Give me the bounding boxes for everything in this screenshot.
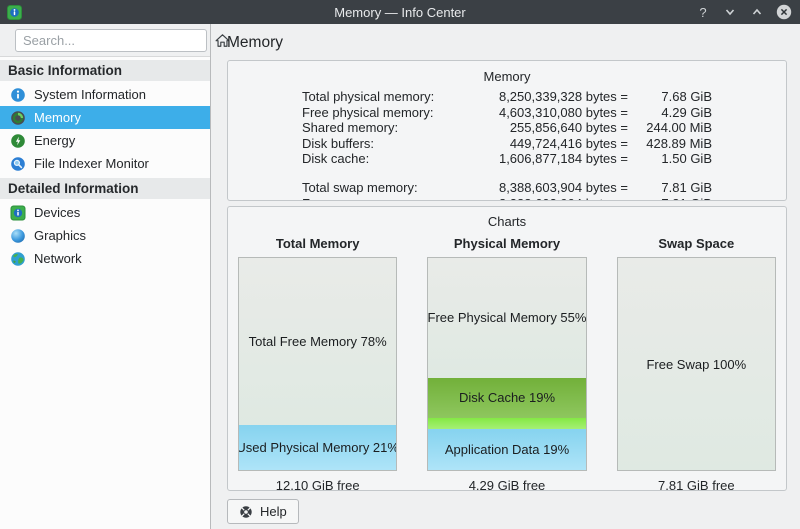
help-button[interactable]: Help bbox=[227, 499, 299, 524]
graphics-sphere-icon bbox=[10, 228, 26, 244]
memory-ring-icon bbox=[10, 110, 26, 126]
stat-bytes: 449,724,416 bytes = bbox=[478, 136, 628, 152]
bar-segment-free-swap: Free Swap 100% bbox=[618, 258, 775, 470]
bar-segment-application-data: Application Data 19% bbox=[428, 429, 585, 470]
close-icon bbox=[776, 4, 792, 20]
energy-icon bbox=[10, 133, 26, 149]
stat-size: 7.68 GiB bbox=[634, 89, 712, 105]
stacked-bar-swap-space: Free Swap 100% bbox=[617, 257, 776, 471]
stat-bytes: 8,388,603,904 bytes = bbox=[478, 196, 628, 201]
sidebar-list: Basic Information System Information bbox=[0, 57, 210, 529]
content-area: Memory Memory Total physical memory: 8,2… bbox=[211, 24, 800, 529]
sidebar-item-graphics[interactable]: Graphics bbox=[0, 224, 210, 247]
window-maximize-button[interactable] bbox=[748, 3, 766, 21]
chart-title: Swap Space bbox=[658, 236, 734, 251]
window-help-button[interactable]: ? bbox=[694, 3, 712, 21]
window-title: Memory — Info Center bbox=[0, 5, 800, 20]
stat-label: Disk buffers: bbox=[302, 136, 472, 152]
stat-label: Total swap memory: bbox=[302, 180, 472, 196]
chevron-up-icon bbox=[751, 6, 763, 18]
sidebar-item-label: File Indexer Monitor bbox=[34, 156, 149, 171]
stat-size: 1.50 GiB bbox=[634, 151, 712, 167]
memory-groupbox: Memory Total physical memory: 8,250,339,… bbox=[227, 60, 787, 201]
memory-stats-table: Total physical memory: 8,250,339,328 byt… bbox=[302, 89, 712, 201]
sidebar-toolbar bbox=[0, 24, 210, 57]
stat-size: 4.29 GiB bbox=[634, 105, 712, 121]
stat-label: Disk cache: bbox=[302, 151, 472, 167]
memory-groupbox-title: Memory bbox=[228, 65, 786, 84]
chart-title: Total Memory bbox=[276, 236, 360, 251]
stat-bytes: 4,603,310,080 bytes = bbox=[478, 105, 628, 121]
sidebar-item-label: Devices bbox=[34, 205, 80, 220]
bar-segment-used-physical: Used Physical Memory 21% bbox=[239, 425, 396, 470]
chart-footer: 12.10 GiB free bbox=[276, 478, 360, 491]
titlebar: Memory — Info Center ? bbox=[0, 0, 800, 24]
sidebar-item-label: Energy bbox=[34, 133, 75, 148]
bar-segment-disk-cache: Disk Cache 19% bbox=[428, 378, 585, 418]
chart-total-memory: Total Memory Total Free Memory 78% Used … bbox=[238, 231, 397, 491]
app-icon bbox=[7, 5, 22, 20]
table-spacer bbox=[302, 167, 712, 180]
sidebar-item-label: Memory bbox=[34, 110, 81, 125]
stat-label: Free physical memory: bbox=[302, 105, 472, 121]
sidebar-item-system-information[interactable]: System Information bbox=[0, 83, 210, 106]
charts-groupbox-title: Charts bbox=[238, 210, 776, 229]
stacked-bar-physical-memory: Free Physical Memory 55% Disk Cache 19% … bbox=[427, 257, 586, 471]
bar-segment-disk-buffers bbox=[428, 418, 585, 429]
window-close-button[interactable] bbox=[775, 3, 793, 21]
stat-label: Total physical memory: bbox=[302, 89, 472, 105]
sidebar-item-memory[interactable]: Memory bbox=[0, 106, 210, 129]
network-globe-icon bbox=[10, 251, 26, 267]
sidebar-item-file-indexer-monitor[interactable]: File Indexer Monitor bbox=[0, 152, 210, 175]
charts-groupbox: Charts Total Memory Total Free Memory 78… bbox=[227, 206, 787, 491]
help-lifebuoy-icon bbox=[239, 505, 253, 519]
stat-label: Free swap memory: bbox=[302, 196, 472, 201]
devices-icon bbox=[10, 205, 26, 221]
search-input[interactable] bbox=[15, 29, 207, 52]
stat-label: Shared memory: bbox=[302, 120, 472, 136]
chart-footer: 7.81 GiB free bbox=[658, 478, 735, 491]
stat-bytes: 255,856,640 bytes = bbox=[478, 120, 628, 136]
sidebar-item-label: Graphics bbox=[34, 228, 86, 243]
stat-bytes: 1,606,877,184 bytes = bbox=[478, 151, 628, 167]
page-title: Memory bbox=[227, 34, 787, 52]
sidebar-item-devices[interactable]: Devices bbox=[0, 201, 210, 224]
bar-segment-total-free: Total Free Memory 78% bbox=[239, 258, 396, 425]
info-circle-icon bbox=[10, 87, 26, 103]
stat-size: 7.81 GiB bbox=[634, 180, 712, 196]
window-minimize-button[interactable] bbox=[721, 3, 739, 21]
chart-swap-space: Swap Space Free Swap 100% 7.81 GiB free bbox=[617, 231, 776, 491]
stat-size: 7.81 GiB bbox=[634, 196, 712, 201]
file-indexer-icon bbox=[10, 156, 26, 172]
stat-bytes: 8,250,339,328 bytes = bbox=[478, 89, 628, 105]
sidebar-item-label: Network bbox=[34, 251, 82, 266]
stat-bytes: 8,388,603,904 bytes = bbox=[478, 180, 628, 196]
info-center-window: Memory — Info Center ? bbox=[0, 0, 800, 529]
help-button-label: Help bbox=[260, 504, 287, 519]
sidebar-item-network[interactable]: Network bbox=[0, 247, 210, 270]
sidebar: Basic Information System Information bbox=[0, 24, 211, 529]
chart-title: Physical Memory bbox=[454, 236, 560, 251]
sidebar-item-label: System Information bbox=[34, 87, 146, 102]
stat-size: 244.00 MiB bbox=[634, 120, 712, 136]
bar-segment-free-physical: Free Physical Memory 55% bbox=[428, 258, 585, 378]
sidebar-section-basic: Basic Information bbox=[0, 60, 210, 81]
sidebar-section-detailed: Detailed Information bbox=[0, 178, 210, 199]
chevron-down-icon bbox=[724, 6, 736, 18]
stacked-bar-total-memory: Total Free Memory 78% Used Physical Memo… bbox=[238, 257, 397, 471]
chart-physical-memory: Physical Memory Free Physical Memory 55%… bbox=[427, 231, 586, 491]
chart-footer: 4.29 GiB free bbox=[469, 478, 546, 491]
stat-size: 428.89 MiB bbox=[634, 136, 712, 152]
sidebar-item-energy[interactable]: Energy bbox=[0, 129, 210, 152]
